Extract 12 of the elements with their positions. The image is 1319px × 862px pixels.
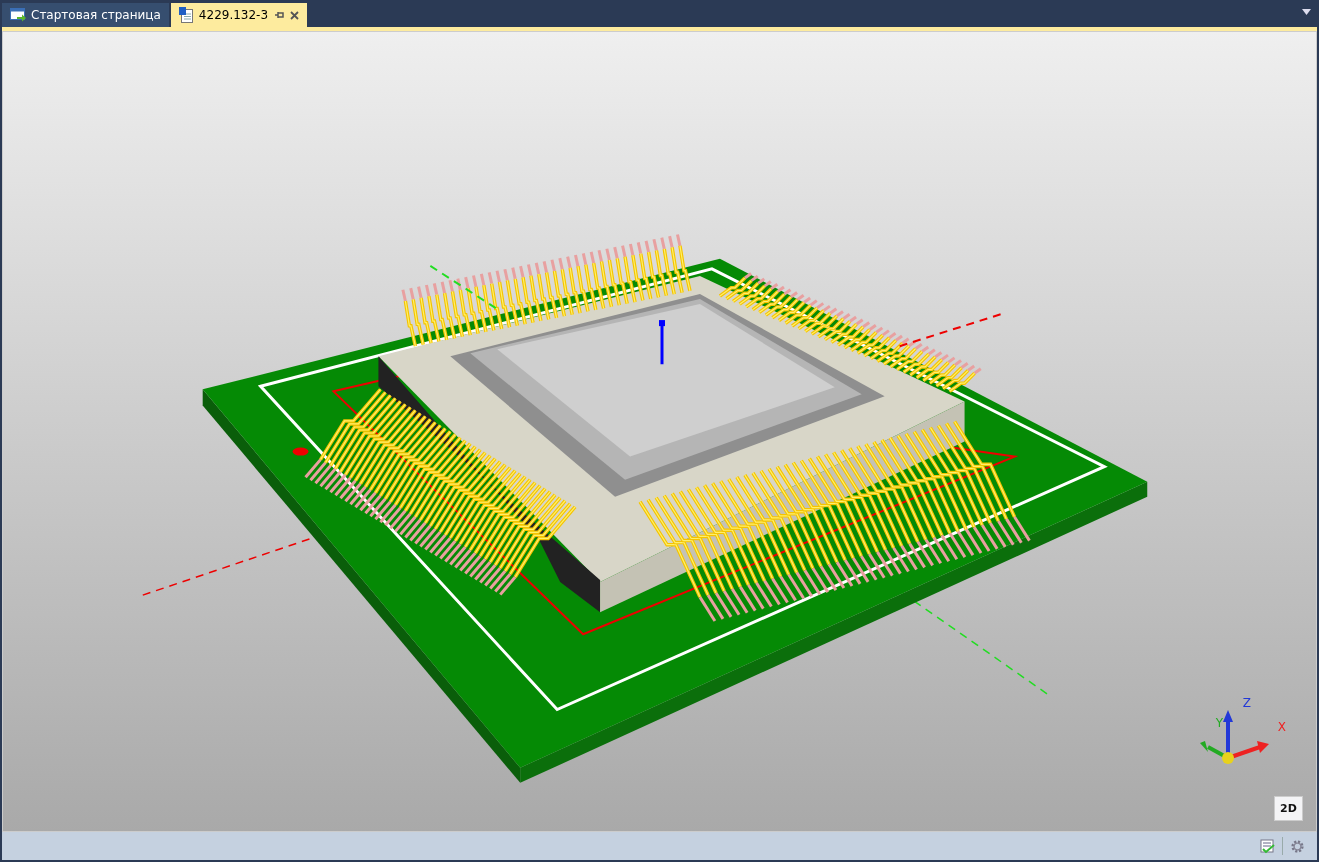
document-tab[interactable]: Стартовая страница [2,3,169,27]
document-icon [178,7,193,23]
dropdown-arrow-icon[interactable] [1302,9,1311,15]
view-mode-button[interactable]: 2D [1274,796,1303,821]
y-axis-label: Y [1215,717,1223,729]
settings-icon[interactable] [1290,838,1305,854]
x-axis-label: X [1277,721,1286,733]
pin-icon[interactable] [274,11,285,19]
z-axis-label: Z [1242,697,1251,709]
checklist-icon[interactable] [1260,838,1275,854]
document-tab[interactable]: 4229.132-3 [170,3,308,27]
close-icon[interactable] [290,10,300,20]
